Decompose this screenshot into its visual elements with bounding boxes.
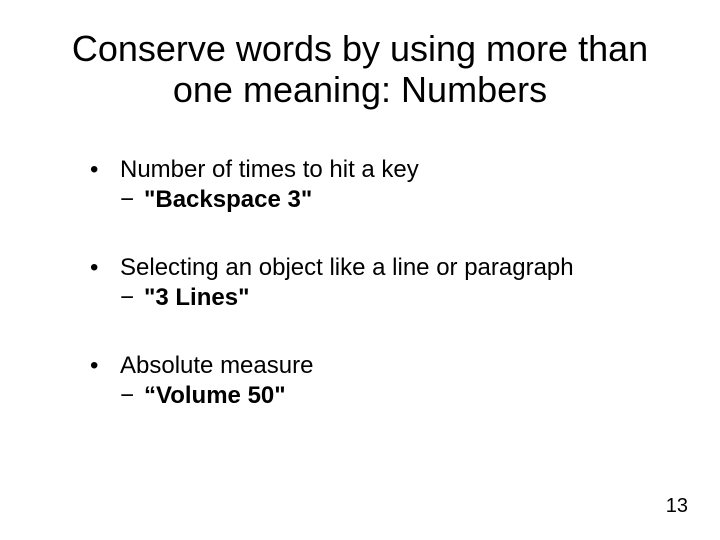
list-item: • Selecting an object like a line or par…: [90, 254, 660, 312]
dash-icon: −: [120, 186, 144, 214]
sub-bullet-text: "Backspace 3": [144, 186, 312, 214]
dash-icon: −: [120, 284, 144, 312]
bullet-text: Absolute measure: [120, 352, 313, 380]
slide-title: Conserve words by using more than one me…: [60, 28, 660, 111]
slide: Conserve words by using more than one me…: [0, 0, 720, 540]
sub-bullet-text: “Volume 50": [144, 382, 286, 410]
bullet-icon: •: [90, 254, 120, 282]
bullet-text: Number of times to hit a key: [120, 156, 419, 184]
page-number: 13: [666, 495, 688, 518]
list-item: • Number of times to hit a key − "Backsp…: [90, 156, 660, 214]
bullet-icon: •: [90, 156, 120, 184]
sub-bullet-text: "3 Lines": [144, 284, 249, 312]
bullet-text: Selecting an object like a line or parag…: [120, 254, 574, 282]
bullet-icon: •: [90, 352, 120, 380]
bullet-list: • Number of times to hit a key − "Backsp…: [90, 156, 660, 410]
dash-icon: −: [120, 382, 144, 410]
list-item: • Absolute measure − “Volume 50": [90, 352, 660, 410]
